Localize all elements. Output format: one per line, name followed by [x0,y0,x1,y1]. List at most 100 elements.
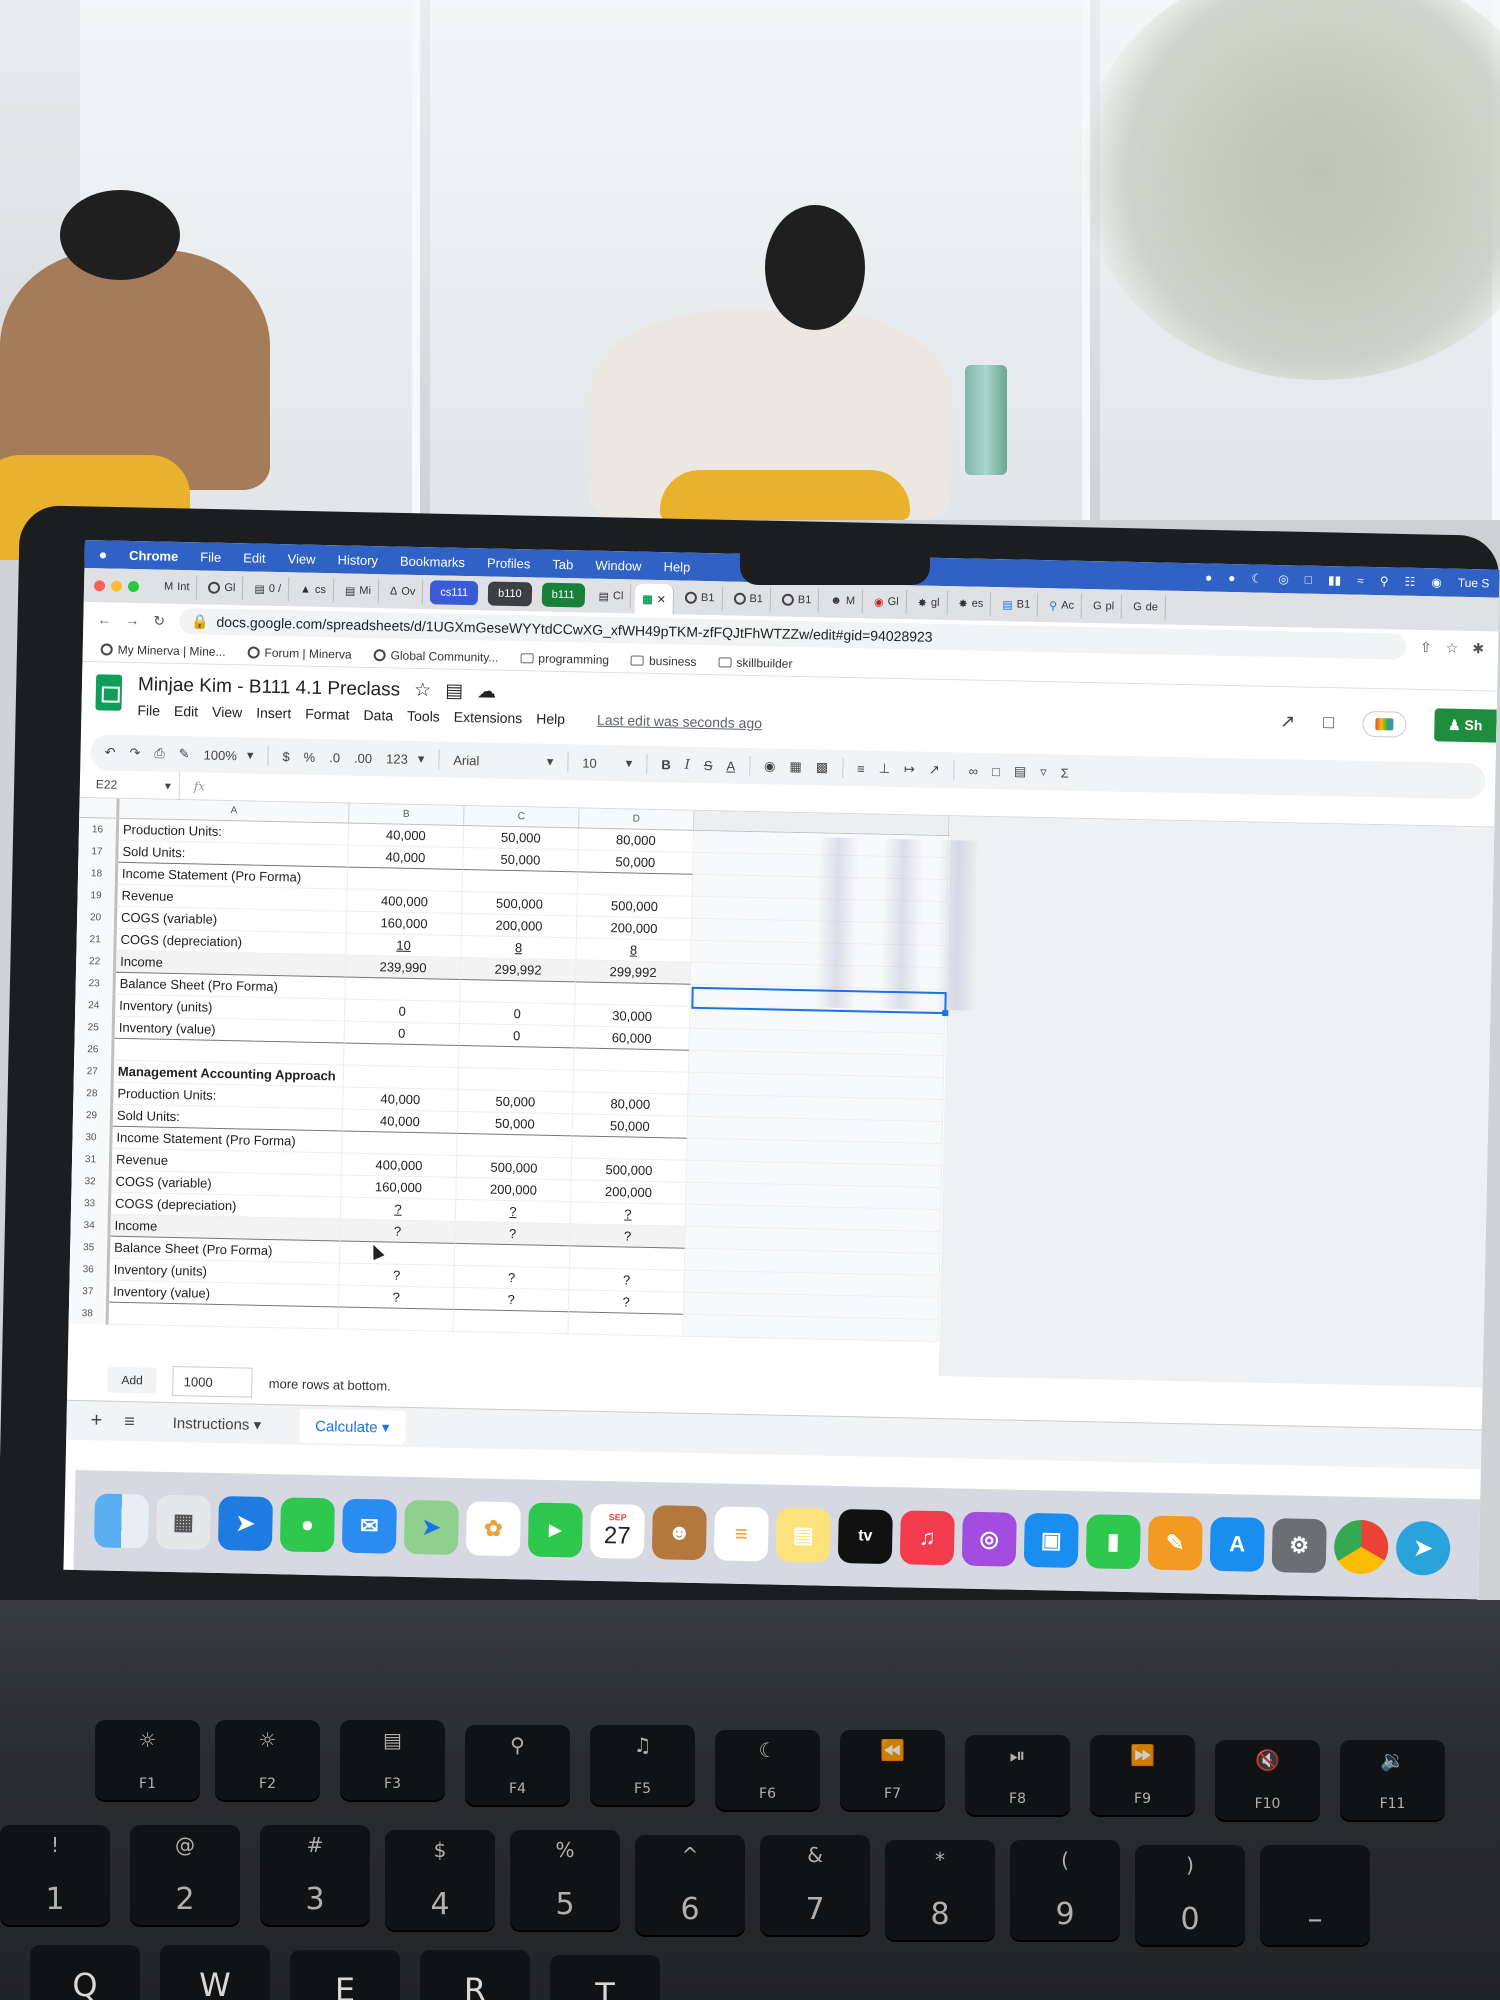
key-q[interactable]: Q [30,1945,140,2000]
key-f1[interactable]: ☼ F1 [95,1720,200,1800]
key-f8[interactable]: ⏯ F8 [965,1735,1070,1815]
browser-tab-active[interactable]: ▦ ✕ [634,583,675,615]
cell-value[interactable]: 0 [344,1021,460,1046]
bookmark-item[interactable]: Global Community... [373,648,499,664]
row-number[interactable]: 34 [70,1213,111,1237]
paint-format-icon[interactable]: ✎ [179,746,190,762]
cell-value[interactable] [574,1048,690,1073]
key-0[interactable]: ) 0 [1135,1845,1245,1945]
menubar-window[interactable]: Window [595,557,642,573]
menubar-help[interactable]: Help [663,559,690,575]
cell-value[interactable]: 8 [576,938,692,963]
share-button[interactable]: ♟ Sh [1433,708,1497,743]
numbers-icon[interactable]: ▮ [1085,1514,1141,1570]
row-number[interactable]: 35 [69,1235,111,1259]
print-icon[interactable]: ⎙ [154,746,165,762]
row-number[interactable]: 32 [71,1169,112,1193]
cell-value[interactable]: 500,000 [462,891,578,917]
close-tab-icon[interactable]: ✕ [657,592,666,605]
doc-title[interactable]: Minjae Kim - B111 4.1 Preclass [138,674,401,701]
key-r[interactable]: R [420,1950,530,2000]
cloud-status-icon[interactable]: ☁ [477,680,496,703]
apple-icon[interactable]: ● [99,546,108,562]
cell-value[interactable] [459,1045,575,1071]
text-rotation-icon[interactable]: ↗ [929,762,940,778]
system-settings-icon[interactable]: ⚙ [1271,1518,1327,1574]
cell-value[interactable]: ? [568,1290,685,1315]
cell-value[interactable]: 500,000 [456,1155,573,1181]
browser-tab[interactable]: ✸ gl [910,590,948,616]
borders-icon[interactable]: ▦ [789,759,802,775]
all-sheets-icon[interactable]: ≡ [124,1411,135,1432]
browser-tab[interactable]: Gde [1125,594,1167,620]
browser-tab[interactable]: ◉ Gl [866,589,907,615]
reminders-icon[interactable]: ≡ [713,1506,769,1562]
cell-value[interactable] [462,869,579,895]
row-number[interactable]: 17 [78,839,119,863]
row-number[interactable]: 23 [75,971,116,995]
filter-icon[interactable]: ▿ [1040,764,1047,780]
key-4[interactable]: $4 [385,1830,495,1930]
key-f9[interactable]: ⏩ F9 [1090,1735,1195,1815]
cell-value[interactable]: 299,992 [460,957,577,983]
row-number[interactable]: 29 [72,1103,114,1127]
row-number[interactable]: 24 [75,993,116,1017]
currency-format-button[interactable]: $ [282,749,290,764]
font-family-select[interactable]: Arial ▾ [453,752,553,770]
cell-empty[interactable] [683,1314,939,1343]
row-number[interactable]: 37 [69,1279,110,1303]
moon-icon[interactable]: ☾ [1251,571,1262,585]
bookmark-folder[interactable]: skillbuilder [718,655,793,670]
cell-value[interactable] [577,872,694,897]
key-f5[interactable]: ♫ F5 [590,1725,695,1805]
key-5[interactable]: % 5 [510,1830,620,1930]
row-number[interactable]: 20 [76,905,118,929]
move-folder-icon[interactable]: ▤ [445,680,463,703]
cell-value[interactable]: ? [570,1202,687,1227]
more-formats-select[interactable]: 123 ▾ [386,750,425,767]
menubar-bookmarks[interactable]: Bookmarks [400,553,465,569]
add-rows-count-input[interactable]: 1000 [172,1366,254,1398]
add-sheet-icon[interactable]: + [90,1409,102,1432]
menu-format[interactable]: Format [305,706,350,723]
zoom-window-icon[interactable] [127,580,140,592]
zoom-select[interactable]: 100% ▾ [203,747,254,764]
bookmark-star-icon[interactable]: ☆ [1446,639,1459,656]
maps-icon[interactable]: ➤ [403,1499,459,1556]
redo-icon[interactable]: ↷ [129,745,140,761]
cell-value[interactable]: 0 [459,1023,575,1049]
menu-data[interactable]: Data [363,707,393,724]
minimize-window-icon[interactable] [110,580,123,592]
key-f4[interactable]: ⚲ F4 [465,1725,570,1805]
battery-icon[interactable]: ▮▮ [1328,573,1342,587]
functions-icon[interactable]: Σ [1061,765,1069,780]
messages-icon[interactable]: ● [279,1497,335,1553]
cell-value[interactable]: 500,000 [571,1158,688,1183]
row-number[interactable]: 21 [76,927,117,951]
key-minus[interactable]: – [1260,1845,1370,1945]
cell-value[interactable]: 500,000 [577,894,693,919]
add-rows-button[interactable]: Add [107,1366,158,1394]
key-3[interactable]: #3 [260,1825,370,1925]
cell-value[interactable]: 50,000 [457,1111,574,1137]
cell-value[interactable]: ? [455,1221,571,1247]
browser-tab[interactable]: Gpl [1085,593,1123,619]
cell-value[interactable]: 50,000 [458,1089,574,1115]
cell-value[interactable]: 40,000 [343,1087,459,1112]
bookmark-item[interactable]: My Minerva | Mine... [100,642,226,658]
key-6[interactable]: ^ 6 [635,1835,745,1935]
cell-value[interactable]: 80,000 [573,1092,689,1117]
key-e[interactable]: E [290,1950,400,2000]
menubar-profiles[interactable]: Profiles [487,555,531,571]
row-number[interactable]: 28 [73,1081,114,1105]
key-1[interactable]: ! 1 [0,1825,110,1925]
cell-value[interactable]: 200,000 [456,1177,572,1203]
wifi-icon[interactable]: ≈ [1357,574,1364,588]
browser-tab[interactable]: ▤ 0 / [247,576,290,602]
launchpad-icon[interactable]: ▦ [155,1494,212,1550]
cell-value[interactable]: ? [339,1263,455,1288]
column-header-c[interactable]: C [464,806,580,828]
cell-value[interactable]: 50,000 [463,847,579,873]
cell-value[interactable]: ? [340,1219,456,1244]
cell-value[interactable]: 400,000 [341,1153,458,1178]
